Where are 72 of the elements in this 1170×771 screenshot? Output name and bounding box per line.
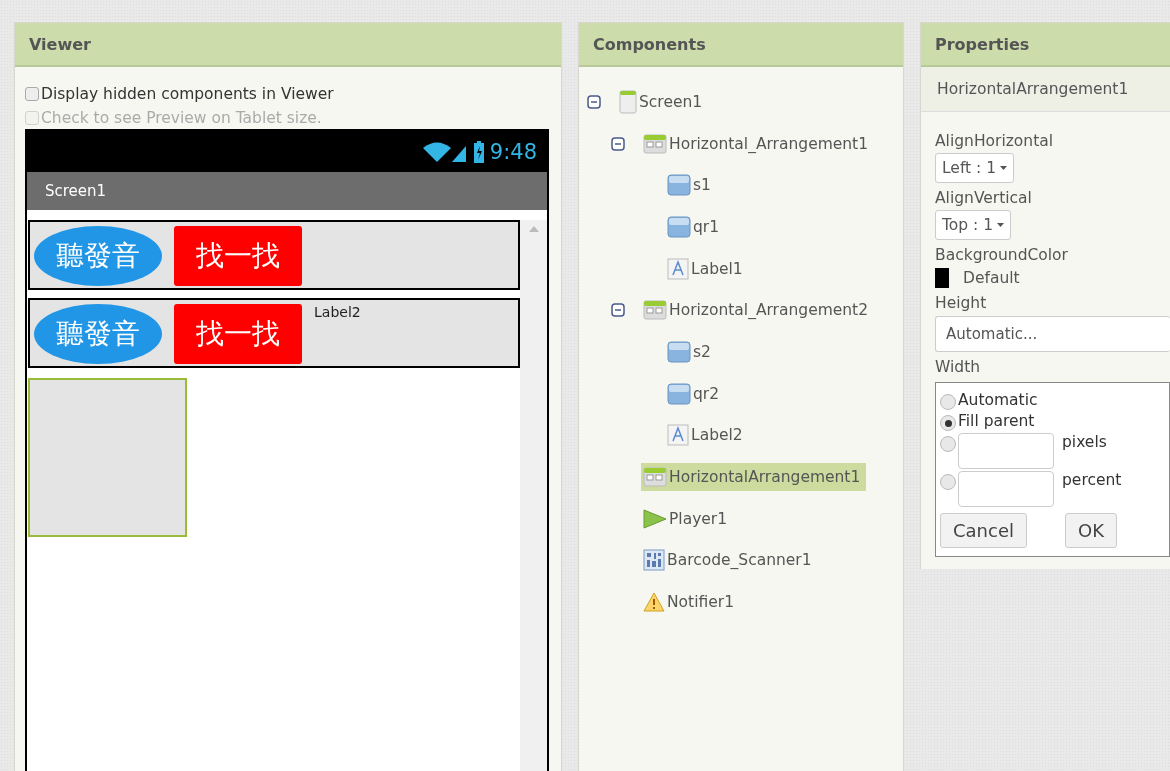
label-icon bbox=[667, 424, 689, 447]
caret-icon bbox=[997, 223, 1005, 227]
tree-item[interactable]: s2 bbox=[665, 336, 717, 367]
tree-item[interactable]: qr2 bbox=[665, 378, 726, 409]
checkbox-label: Display hidden components in Viewer bbox=[41, 85, 334, 103]
warning-icon bbox=[643, 592, 665, 613]
panel-title: Viewer bbox=[29, 34, 91, 54]
radio-label: percent bbox=[1062, 471, 1122, 489]
arrangement-icon bbox=[643, 467, 667, 488]
checkbox-label: Check to see Preview on Tablet size. bbox=[41, 109, 322, 127]
tree-item[interactable]: HorizontalArrangement1 bbox=[641, 463, 867, 492]
play-icon bbox=[643, 508, 667, 529]
arrangement[interactable]: 聽發音 找一找 bbox=[28, 220, 520, 290]
radio-button[interactable] bbox=[940, 415, 956, 431]
collapse-icon[interactable] bbox=[587, 94, 601, 109]
input-field[interactable]: Automatic... bbox=[935, 316, 1170, 352]
property-label: Height bbox=[935, 294, 988, 312]
tree-item[interactable]: Horizontal_Arrangement2 bbox=[641, 296, 875, 325]
property-label: BackgroundColor bbox=[935, 246, 1069, 264]
tree-item[interactable]: s1 bbox=[665, 170, 717, 201]
radio-label: pixels bbox=[1062, 433, 1107, 451]
tree-item[interactable]: Notifier1 bbox=[641, 588, 740, 617]
tree-item[interactable]: Horizontal_Arrangement1 bbox=[641, 129, 875, 158]
battery-icon bbox=[473, 140, 484, 163]
arrangement-icon bbox=[643, 133, 667, 154]
tree-item[interactable]: Screen1 bbox=[617, 85, 709, 118]
button[interactable]: 找一找 bbox=[174, 226, 302, 286]
input-field[interactable] bbox=[958, 433, 1054, 469]
radio-button[interactable] bbox=[940, 394, 956, 410]
radio-label: Fill parent bbox=[958, 412, 1035, 430]
component-name: HorizontalArrangement1 bbox=[937, 80, 1129, 98]
image-icon bbox=[667, 215, 691, 238]
property-label: Width bbox=[935, 358, 982, 376]
radio-label: Automatic bbox=[958, 391, 1038, 409]
collapse-icon[interactable] bbox=[611, 303, 625, 318]
radio-button[interactable] bbox=[940, 474, 956, 490]
checkbox[interactable] bbox=[25, 87, 39, 101]
tree-item[interactable]: Label1 bbox=[665, 253, 749, 284]
tree-item[interactable]: Player1 bbox=[641, 504, 734, 533]
tree-item[interactable]: Label2 bbox=[665, 420, 749, 451]
image-icon bbox=[667, 382, 691, 405]
status-time: 9:48 bbox=[489, 139, 537, 164]
panel-title: Properties bbox=[935, 34, 1030, 54]
barcode-icon bbox=[643, 549, 665, 572]
cancel-button[interactable]: Cancel bbox=[940, 513, 1027, 548]
collapse-icon[interactable] bbox=[611, 136, 625, 151]
image-icon bbox=[667, 174, 691, 197]
property-label: AlignHorizontal bbox=[935, 132, 1055, 150]
wifi-signal-icon bbox=[421, 140, 468, 163]
color-value: Default bbox=[963, 269, 1020, 287]
color-swatch[interactable] bbox=[935, 268, 949, 288]
property-label: AlignVertical bbox=[935, 189, 1033, 207]
scrollbar[interactable] bbox=[520, 220, 547, 771]
arrangement[interactable]: 聽發音 找一找 Label2 bbox=[28, 298, 520, 368]
panel-title: Components bbox=[593, 34, 706, 54]
dropdown[interactable]: Left : 1 bbox=[935, 153, 1015, 183]
label-text: Label2 bbox=[314, 304, 361, 320]
radio-button[interactable] bbox=[940, 436, 956, 452]
arrangement-icon bbox=[643, 300, 667, 321]
image-icon bbox=[667, 340, 691, 363]
ok-button[interactable]: OK bbox=[1065, 513, 1117, 548]
input-field[interactable] bbox=[958, 471, 1054, 507]
tree-item[interactable]: Barcode_Scanner1 bbox=[641, 545, 818, 576]
screen-icon bbox=[619, 89, 637, 114]
caret-icon bbox=[1000, 166, 1008, 170]
scroll-up-icon[interactable] bbox=[528, 226, 539, 232]
label-icon bbox=[667, 257, 689, 280]
screen-title: Screen1 bbox=[45, 182, 107, 200]
dropdown[interactable]: Top : 1 bbox=[935, 210, 1012, 240]
button[interactable]: 找一找 bbox=[174, 304, 302, 364]
arrangement[interactable] bbox=[28, 378, 187, 537]
tree-item[interactable]: qr1 bbox=[665, 211, 726, 242]
